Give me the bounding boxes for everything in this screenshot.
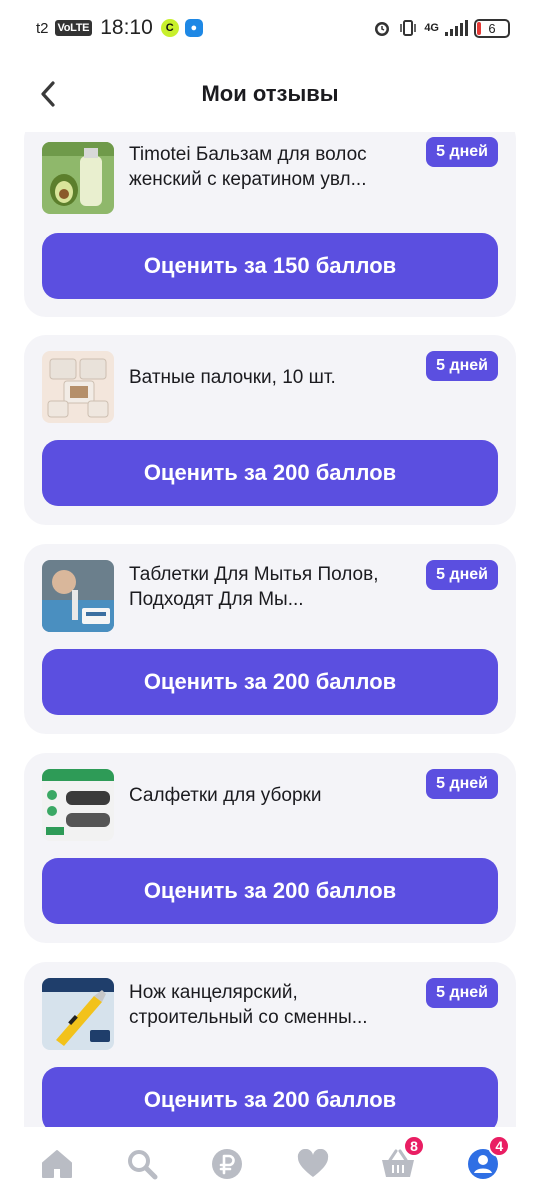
balm-product-image bbox=[42, 142, 114, 214]
product-name[interactable]: Салфетки для уборки bbox=[129, 783, 419, 808]
bottom-navigation: 8 4 bbox=[0, 1127, 540, 1200]
product-name[interactable]: Timotei Бальзам для волос женский с кера… bbox=[129, 142, 419, 192]
heart-icon bbox=[297, 1148, 328, 1177]
rate-button[interactable]: Оценить за 200 баллов bbox=[42, 440, 498, 506]
page-title: Мои отзывы bbox=[201, 81, 339, 106]
product-name[interactable]: Ватные палочки, 10 шт. bbox=[129, 365, 419, 390]
signal-icon bbox=[445, 20, 468, 36]
alarm-icon bbox=[375, 22, 390, 36]
product-image[interactable] bbox=[42, 769, 114, 841]
nav-search[interactable] bbox=[117, 1139, 167, 1189]
vibrate-icon bbox=[400, 20, 417, 36]
rate-button[interactable]: Оценить за 200 баллов bbox=[42, 649, 498, 715]
page-header: Мои отзывы bbox=[0, 56, 540, 132]
back-button[interactable] bbox=[28, 74, 68, 114]
review-card: Таблетки Для Мытья Полов, Подходят Для М… bbox=[24, 544, 516, 734]
review-card: Timotei Бальзам для волос женский с кера… bbox=[24, 132, 516, 317]
nav-favorites[interactable] bbox=[288, 1139, 338, 1189]
search-icon bbox=[127, 1149, 158, 1179]
clock: 18:10 bbox=[100, 16, 153, 39]
product-image[interactable] bbox=[42, 351, 114, 423]
nav-cart[interactable]: 8 bbox=[373, 1134, 425, 1189]
nav-points[interactable] bbox=[202, 1139, 252, 1189]
message-notification-icon: ● bbox=[184, 19, 203, 37]
carrier-label: t2 bbox=[36, 19, 49, 37]
rate-button[interactable]: Оценить за 200 баллов bbox=[42, 858, 498, 924]
cotton-swabs-image bbox=[42, 351, 114, 423]
cart-badge: 8 bbox=[402, 1134, 425, 1157]
chevron-left-icon bbox=[41, 81, 55, 107]
app-notification-icon: C bbox=[160, 19, 179, 37]
nav-home[interactable] bbox=[32, 1139, 82, 1189]
network-type: 4G bbox=[424, 22, 439, 34]
rate-button[interactable]: Оценить за 150 баллов bbox=[42, 233, 498, 299]
review-card: Нож канцелярский, строительный со сменны… bbox=[24, 962, 516, 1127]
product-name[interactable]: Нож канцелярский, строительный со сменны… bbox=[129, 980, 419, 1030]
battery-icon: 6 bbox=[474, 18, 510, 38]
battery-level: 6 bbox=[488, 20, 496, 36]
reviews-list[interactable]: Timotei Бальзам для волос женский с кера… bbox=[0, 132, 540, 1127]
review-card: Салфетки для уборки 5 дней Оценить за 20… bbox=[24, 753, 516, 943]
status-bar: t2 VoLTE 18:10 C ● 4G 6 bbox=[0, 0, 540, 56]
product-image[interactable] bbox=[42, 978, 114, 1050]
nav-profile[interactable]: 4 bbox=[458, 1134, 511, 1189]
home-icon bbox=[41, 1149, 72, 1178]
product-image[interactable] bbox=[42, 560, 114, 632]
review-card: Ватные палочки, 10 шт. 5 дней Оценить за… bbox=[24, 335, 516, 525]
product-name[interactable]: Таблетки Для Мытья Полов, Подходят Для М… bbox=[129, 562, 419, 612]
ruble-icon bbox=[212, 1148, 243, 1179]
days-left-badge: 5 дней bbox=[426, 769, 498, 799]
days-left-badge: 5 дней bbox=[426, 137, 498, 167]
rate-button[interactable]: Оценить за 200 баллов bbox=[42, 1067, 498, 1127]
floor-tablets-image bbox=[42, 560, 114, 632]
days-left-badge: 5 дней bbox=[426, 978, 498, 1008]
volte-indicator: VoLTE bbox=[54, 20, 93, 36]
product-image[interactable] bbox=[42, 142, 114, 214]
cleaning-wipes-image bbox=[42, 769, 114, 841]
days-left-badge: 5 дней bbox=[426, 351, 498, 381]
utility-knife-image bbox=[42, 978, 114, 1050]
days-left-badge: 5 дней bbox=[426, 560, 498, 590]
profile-badge: 4 bbox=[488, 1134, 511, 1157]
